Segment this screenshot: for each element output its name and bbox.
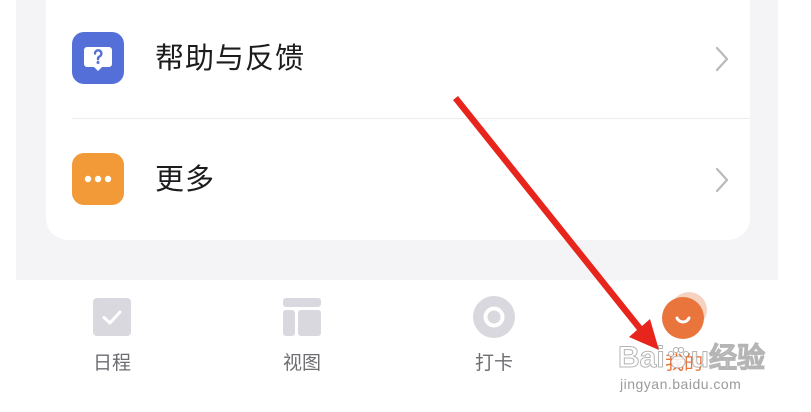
chevron-right-icon xyxy=(715,167,729,193)
menu-item-label: 帮助与反馈 xyxy=(155,41,306,75)
tab-label: 日程 xyxy=(92,352,131,374)
menu-item-help-feedback[interactable]: 帮助与反馈 xyxy=(46,0,750,119)
avatar-icon xyxy=(662,292,707,339)
settings-card: 帮助与反馈 更多 xyxy=(46,0,750,240)
ring-icon xyxy=(473,296,515,338)
tab-views[interactable]: 视图 xyxy=(242,280,362,390)
help-question-icon xyxy=(72,32,124,84)
bottom-tab-bar: 日程 视图 打卡 我的 xyxy=(16,280,778,412)
layout-icon xyxy=(283,298,321,336)
tab-label: 视图 xyxy=(282,352,321,374)
divider xyxy=(72,118,750,119)
menu-item-label: 更多 xyxy=(155,162,216,196)
tab-me[interactable]: 我的 xyxy=(624,280,744,390)
menu-item-more[interactable]: 更多 xyxy=(46,121,750,239)
checkbox-icon xyxy=(93,298,131,336)
tab-schedule[interactable]: 日程 xyxy=(52,280,172,390)
more-dots-icon xyxy=(72,153,124,205)
tab-label: 我的 xyxy=(664,352,703,374)
tab-label: 打卡 xyxy=(474,352,513,374)
screen: 帮助与反馈 更多 日程 视图 打卡 我的 Bai u经验 jingyan.bai… xyxy=(0,0,811,412)
tab-check-in[interactable]: 打卡 xyxy=(434,280,554,390)
chevron-right-icon xyxy=(715,46,729,72)
